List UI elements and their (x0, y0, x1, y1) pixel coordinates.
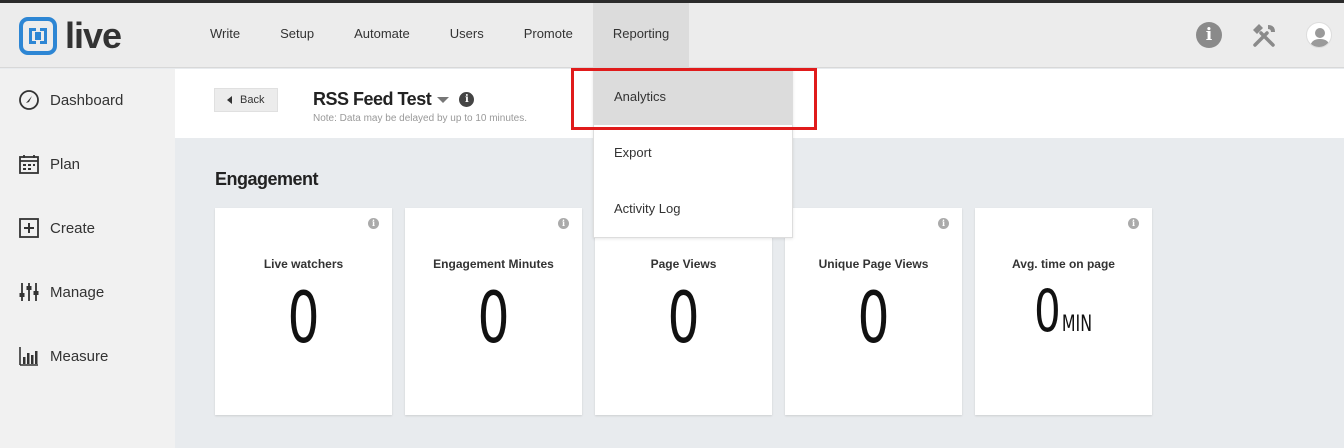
info-icon[interactable]: i (1128, 218, 1139, 229)
sidebar-item-label: Measure (50, 347, 109, 365)
sidebar-item-dashboard[interactable]: Dashboard (18, 87, 123, 113)
metric-label: Avg. time on page (1012, 257, 1115, 271)
plus-box-icon (19, 218, 39, 238)
sidebar-item-manage[interactable]: Manage (18, 279, 104, 305)
nav-setup[interactable]: Setup (260, 3, 334, 68)
metric-value: 0 (477, 277, 510, 359)
page-title: RSS Feed Test (313, 89, 432, 109)
logo-text: live (65, 15, 122, 56)
metric-card-unique-page-views: i Unique Page Views 0 (785, 208, 962, 415)
sidebar-item-measure[interactable]: Measure (18, 343, 108, 369)
metric-value: 0 (287, 277, 320, 359)
sidebar-item-label: Manage (50, 283, 105, 301)
nav-users[interactable]: Users (430, 3, 504, 68)
metric-value: 0 (857, 277, 890, 359)
sidebar-item-label: Dashboard (50, 91, 124, 109)
menu-item-activity-log[interactable]: Activity Log (594, 181, 792, 237)
section-title: Engagement (215, 169, 319, 189)
metric-label: Unique Page Views (818, 257, 929, 271)
highlight-annotation (571, 68, 817, 130)
live-logo-icon (19, 17, 57, 55)
menu-item-export[interactable]: Export (594, 125, 792, 181)
feed-selector[interactable]: RSS Feed Test i (313, 89, 475, 110)
metric-value: 0 (667, 277, 700, 359)
dashboard-icon (19, 90, 39, 110)
metric-card-live-watchers: i Live watchers 0 (215, 208, 392, 415)
user-avatar-icon[interactable] (1306, 22, 1332, 48)
back-arrow-icon (227, 96, 232, 104)
nav-promote[interactable]: Promote (504, 3, 593, 68)
info-icon[interactable]: i (1196, 22, 1222, 48)
metric-card-avg-time: i Avg. time on page 0 MIN (975, 208, 1152, 415)
metric-card-engagement-minutes: i Engagement Minutes 0 (405, 208, 582, 415)
metric-label: Live watchers (263, 257, 344, 271)
metric-label: Engagement Minutes (433, 257, 554, 271)
back-label: Back (240, 94, 265, 106)
sidebar: Dashboard Plan Create Manage Measure (0, 69, 175, 448)
metric-label: Page Views (650, 257, 717, 271)
tools-icon[interactable] (1250, 22, 1278, 50)
nav-write[interactable]: Write (190, 3, 260, 68)
back-button[interactable]: Back (214, 88, 278, 112)
nav-reporting[interactable]: Reporting (592, 3, 690, 68)
metric-card-page-views: i Page Views 0 (595, 208, 772, 415)
metric-value: 0 (1034, 277, 1061, 345)
delay-note: Note: Data may be delayed by up to 10 mi… (313, 113, 528, 124)
sliders-icon (19, 283, 39, 301)
main-nav: Write Setup Automate Users Promote Repor… (190, 3, 690, 68)
sidebar-item-create[interactable]: Create (18, 215, 95, 241)
info-icon[interactable]: i (459, 92, 475, 107)
bar-chart-icon (19, 347, 38, 366)
nav-automate[interactable]: Automate (334, 3, 430, 68)
info-icon[interactable]: i (938, 218, 949, 229)
chevron-down-icon (437, 96, 450, 103)
metric-value-group: 0 MIN (975, 280, 1152, 342)
top-bar: live Write Setup Automate Users Promote … (0, 3, 1344, 68)
sidebar-item-label: Create (50, 219, 96, 237)
app-logo[interactable]: live (19, 15, 122, 56)
info-icon[interactable]: i (558, 218, 569, 229)
info-icon[interactable]: i (368, 218, 379, 229)
sidebar-item-label: Plan (50, 155, 81, 173)
metric-unit: MIN (1061, 312, 1093, 337)
sidebar-item-plan[interactable]: Plan (18, 151, 80, 177)
calendar-icon (19, 155, 39, 174)
